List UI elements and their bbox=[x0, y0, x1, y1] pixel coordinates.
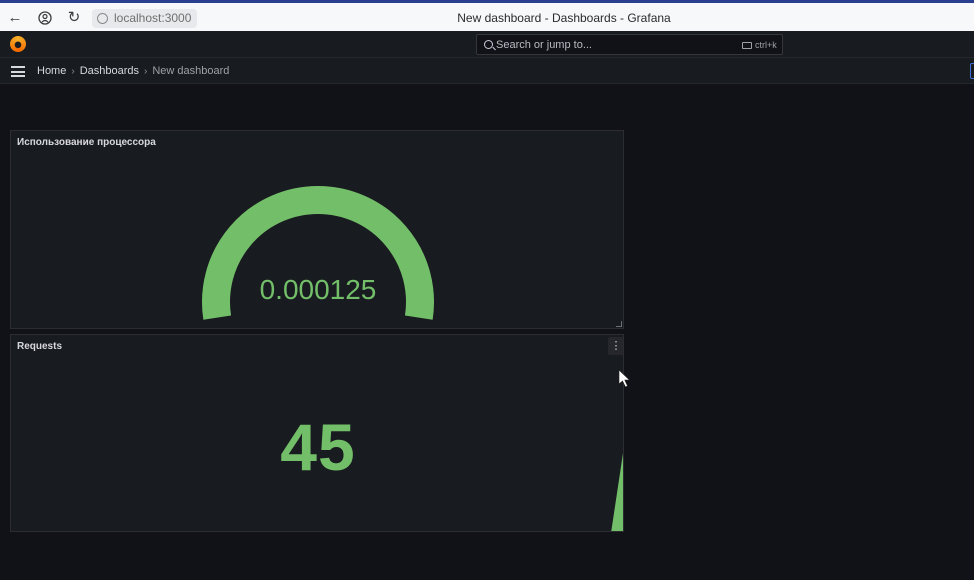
keyboard-icon bbox=[742, 42, 752, 49]
search-placeholder: Search or jump to... bbox=[496, 39, 592, 51]
chevron-right-icon: › bbox=[71, 66, 75, 77]
breadcrumb-home[interactable]: Home bbox=[37, 65, 66, 77]
hamburger-menu-icon[interactable] bbox=[11, 66, 25, 77]
requests-panel[interactable]: Requests ⋮ 45 bbox=[10, 334, 624, 532]
resize-icon[interactable] bbox=[616, 321, 622, 327]
globe-icon bbox=[97, 13, 108, 24]
sparkline-area bbox=[611, 453, 623, 531]
search-shortcut: ctrl+k bbox=[755, 40, 777, 50]
window-title: New dashboard - Dashboards - Grafana bbox=[457, 11, 671, 25]
grafana-topbar: Search or jump to... ctrl+k bbox=[0, 31, 974, 58]
panel-title: Использование процессора bbox=[17, 137, 156, 148]
gauge-value: 0.000125 bbox=[259, 274, 377, 305]
browser-toolbar: ← ↻ localhost:3000 New dashboard - Dashb… bbox=[0, 0, 974, 31]
mouse-cursor-icon bbox=[618, 369, 631, 388]
url-text: localhost:3000 bbox=[114, 11, 192, 25]
cpu-usage-panel[interactable]: Использование процессора 0.000125 bbox=[10, 130, 624, 329]
toolbar-button-partial[interactable] bbox=[970, 63, 974, 79]
breadcrumb-dashboards[interactable]: Dashboards bbox=[80, 65, 139, 77]
reload-icon[interactable]: ↻ bbox=[64, 8, 84, 28]
breadcrumb-bar: Home › Dashboards › New dashboard bbox=[0, 58, 974, 84]
search-input[interactable]: Search or jump to... ctrl+k bbox=[476, 34, 783, 55]
search-icon bbox=[484, 40, 493, 49]
grafana-logo-icon[interactable] bbox=[10, 36, 26, 52]
back-icon[interactable]: ← bbox=[5, 8, 25, 28]
breadcrumb-current: New dashboard bbox=[152, 65, 230, 77]
chevron-right-icon: › bbox=[144, 66, 148, 77]
user-icon[interactable] bbox=[35, 8, 55, 28]
address-bar[interactable]: localhost:3000 bbox=[92, 9, 198, 28]
breadcrumb: Home › Dashboards › New dashboard bbox=[37, 65, 229, 77]
